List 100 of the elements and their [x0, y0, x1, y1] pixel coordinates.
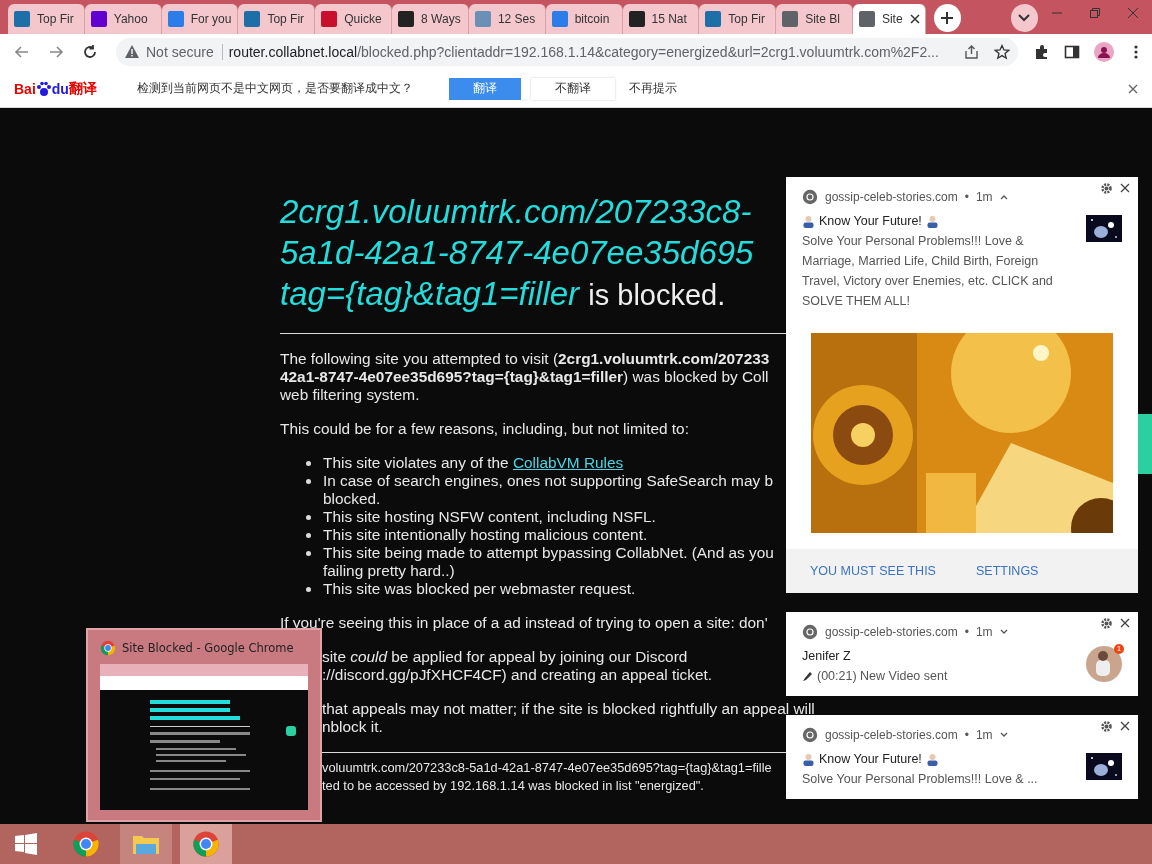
browser-tab[interactable]: Site Bl	[776, 4, 853, 34]
translate-button[interactable]: 不翻译	[530, 77, 615, 100]
notification-title: Know Your Future!	[819, 213, 922, 230]
close-icon[interactable]	[909, 14, 920, 24]
back-icon[interactable]	[14, 44, 30, 60]
collapse-icon[interactable]	[999, 194, 1008, 200]
reason-text: This site violates any of the	[323, 454, 510, 471]
block-details: voluumtrk.com/207233c8-5a1d-42a1-8747-4e07ee35d695?tag={tag}&tag1=fille ted to be accessed by 192.168.1.14 was blocked in list "energized".	[322, 759, 772, 795]
expand-icon[interactable]	[999, 732, 1008, 738]
notification-card[interactable]: gossip-celeb-stories.com • 1m Know Your Future! Solve Your Personal Problems!!! Love & ...	[786, 715, 1138, 799]
browser-tab[interactable]: Quicke	[315, 4, 393, 34]
share-icon[interactable]	[964, 44, 980, 60]
bullet-icon	[306, 461, 311, 466]
bullet-icon	[306, 587, 311, 592]
translate-button[interactable]: 不再提示	[624, 77, 681, 100]
logo-text: Bai	[14, 80, 36, 97]
person-icon	[1098, 46, 1110, 58]
notification-body: Solve Your Personal Problems!!! Love & ...	[802, 771, 1039, 788]
chrome-icon	[72, 830, 100, 858]
appeal-paragraph: site could be applied for appeal by joining our Discord ://discord.gg/pJfXHCF4CF) and creating an appeal ticket.	[321, 648, 713, 684]
bullet-icon	[306, 551, 311, 556]
forward-icon[interactable]	[48, 44, 64, 60]
browser-tab[interactable]: Top Fir	[8, 4, 85, 34]
browser-tab[interactable]: Yahoo	[84, 4, 162, 34]
chevron-icon	[1018, 14, 1031, 22]
restore-icon[interactable]	[1090, 8, 1101, 18]
browser-tab[interactable]: 8 Ways	[392, 4, 469, 34]
notification-time: 1m	[975, 625, 993, 639]
tab-search-button[interactable]	[1010, 4, 1039, 32]
close-icon[interactable]	[1120, 183, 1130, 193]
notification-source: gossip-celeb-stories.com	[825, 190, 958, 204]
notification-card[interactable]: gossip-celeb-stories.com • 1m Jenifer Z (00:21) New Video sent 1	[786, 612, 1138, 696]
browser-tab[interactable]: Top Fir	[699, 4, 777, 34]
notification-action[interactable]: YOU MUST SEE THIS	[810, 564, 936, 578]
page-heading: 2crg1.voluumtrk.com/207233c8- 5a1d-42a1-8747-4e07ee35d695 tag={tag}&tag1=filler is blocked.	[280, 192, 754, 314]
browser-icon	[802, 727, 818, 743]
separator-dot: •	[964, 728, 969, 742]
reload-icon[interactable]	[82, 44, 98, 60]
paw-icon	[35, 80, 52, 97]
reason-text: This site intentionally hosting malicious content.	[323, 526, 648, 543]
windows-icon[interactable]	[15, 833, 37, 855]
browser-tab[interactable]: Top Fir	[238, 4, 316, 34]
notification-source: gossip-celeb-stories.com	[825, 625, 958, 639]
bullet-icon	[306, 515, 311, 520]
notification-card[interactable]	[786, 177, 1138, 593]
settings-icon[interactable]	[1101, 618, 1112, 629]
browser-tab[interactable]: For you	[161, 4, 239, 34]
close-icon[interactable]	[1128, 83, 1138, 94]
browser-tab[interactable]: Site	[852, 4, 926, 34]
expand-icon[interactable]	[999, 629, 1008, 635]
notification-body: (00:21) New Video sent	[817, 668, 948, 685]
popup-title: Site Blocked - Google Chrome	[122, 641, 294, 655]
plus-icon	[940, 11, 955, 25]
translate-prompt: 检测到当前网页不是中文网页，是否要翻译成中文？	[136, 80, 413, 97]
settings-icon[interactable]	[1101, 721, 1112, 732]
separator-dot: •	[964, 190, 969, 204]
notification-time: 1m	[975, 190, 993, 204]
security-label: Not secure	[146, 44, 223, 60]
browser-tab[interactable]: 12 Ses	[468, 4, 546, 34]
browser-icon	[802, 189, 818, 205]
close-icon[interactable]	[1120, 721, 1130, 731]
reason-text: This site being made to attempt bypassing CollabNet. (And as you failing pretty hard..)	[323, 544, 774, 579]
person-icon	[925, 752, 939, 766]
profile-avatar[interactable]	[1094, 42, 1114, 62]
separator-dot: •	[964, 625, 969, 639]
logo-text: 翻译	[68, 79, 97, 98]
reason-text: This site was blocked per webmaster request.	[323, 580, 636, 597]
thumbnail-popup[interactable]: Site Blocked - Google Chrome	[86, 628, 322, 822]
puzzle-icon[interactable]	[1034, 44, 1050, 60]
rules-link[interactable]: CollabVM Rules	[512, 454, 624, 471]
person-icon	[925, 214, 939, 228]
chrome-icon	[100, 640, 116, 656]
side-panel-icon[interactable]	[1064, 44, 1080, 60]
new-tab-button[interactable]	[933, 4, 961, 32]
url-text: router.collabnet.local/blocked.php?clientaddr=192.168.1.14&category=energized&url=2crg1.voluumtrk.com%2F2...	[228, 44, 939, 60]
notification-time: 1m	[975, 728, 993, 742]
warning-icon	[124, 44, 140, 60]
pen-icon	[802, 670, 813, 682]
reason-text: In case of search engines, ones not supporting SafeSearch may b blocked.	[323, 472, 774, 507]
notification-title: Know Your Future!	[819, 751, 922, 768]
logo-text: du	[51, 80, 69, 97]
settings-icon[interactable]	[1101, 183, 1112, 194]
star-icon[interactable]	[994, 44, 1010, 60]
taskbar-item[interactable]	[180, 824, 232, 864]
close-icon[interactable]	[1120, 618, 1130, 628]
notification-action[interactable]: SETTINGS	[975, 564, 1039, 578]
intro-paragraph: The following site you attempted to visit (2crg1.voluumtrk.com/207233 42a1-8747-4e07ee35d695?tag={tag}&tag1=filler) was blocked by Coll web filtering system.	[280, 350, 770, 404]
browser-tab[interactable]: 15 Nat	[622, 4, 700, 34]
bullet-icon	[306, 533, 311, 538]
reason-text: This site hosting NSFW content, including NSFL.	[323, 508, 656, 525]
person-icon	[802, 214, 815, 228]
browser-icon	[802, 624, 818, 640]
browser-tab[interactable]: bitcoin	[545, 4, 623, 34]
notification-body: Solve Your Personal Problems!!! Love & Marriage, Married Life, Child Birth, Foreign Travel, Victory over Enemies, etc. CLICK and SOLVE THEM ALL!	[802, 233, 1054, 310]
notification-source: gossip-celeb-stories.com	[825, 728, 958, 742]
address-bar[interactable]: Not secure router.collabnet.local/blocked.php?clientaddr=192.168.1.14&category=energized&url=2crg1.voluumtrk.com%2F2...	[116, 38, 1018, 66]
chrome-icon	[192, 830, 220, 858]
bullet-icon	[306, 479, 311, 484]
reasons-intro: This could be for a few reasons, including, but not limited to:	[280, 420, 689, 438]
notification-badge: 1	[1114, 644, 1124, 654]
